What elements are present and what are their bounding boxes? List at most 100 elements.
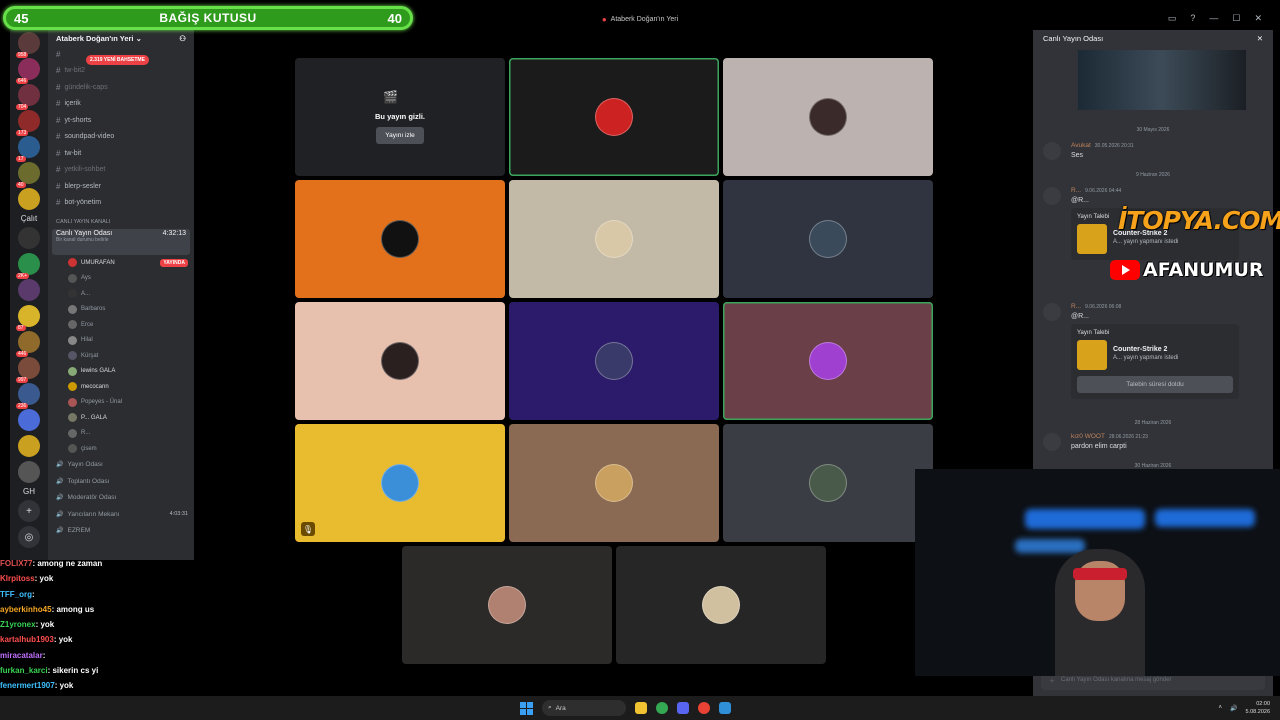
avatar[interactable] [1043, 303, 1061, 321]
voice-channel[interactable]: 🔊 Yayın Odası [48, 457, 194, 474]
server-icon[interactable] [18, 435, 40, 457]
voice-user[interactable]: R... [48, 426, 194, 442]
request-expired-button[interactable]: Talebin süresi doldu [1077, 376, 1233, 393]
server-icon[interactable] [18, 409, 40, 431]
voice-channel-name: EZREM [67, 527, 91, 535]
text-channel[interactable]: # yt-shorts [48, 112, 194, 129]
server-icon[interactable]: 236 [16, 383, 40, 409]
start-button[interactable] [520, 701, 533, 715]
text-channel[interactable]: # bot-yönetim [48, 195, 194, 212]
voice-user[interactable]: Barbaros [48, 302, 194, 318]
server-icon[interactable] [18, 188, 40, 210]
message-author[interactable]: R... [1071, 303, 1081, 310]
voice-channel[interactable]: 🔊 EZREM [48, 523, 194, 540]
discover-icon[interactable]: ◎ [18, 526, 40, 548]
file-explorer-icon[interactable] [635, 702, 647, 714]
new-mentions-badge[interactable]: 2.319 YENİ BAHSETME [86, 55, 149, 65]
avatar[interactable] [1043, 433, 1061, 451]
add-server-icon[interactable]: + [18, 500, 40, 522]
volume-icon[interactable]: 🔊 [1230, 705, 1237, 712]
voice-user[interactable]: Ays [48, 271, 194, 287]
chat-line: Klrpitoss: yok [0, 571, 200, 586]
inbox-icon[interactable]: ▭ [1168, 13, 1177, 24]
server-header[interactable]: Ataberk Doğan'ın Yeri ⌄ ⚇ [48, 30, 194, 46]
server-icon[interactable] [18, 279, 40, 301]
text-channel[interactable]: # içerik [48, 96, 194, 113]
add-member-icon[interactable]: ⚇ [179, 34, 186, 43]
participant-tile[interactable] [616, 546, 826, 664]
server-icon[interactable]: 704 [16, 84, 40, 110]
participant-tile[interactable] [295, 180, 505, 298]
mention-badge: 646 [16, 78, 29, 84]
active-voice-channel[interactable]: Canlı Yayın Odası 4:32:13 Bir kanal durum… [52, 229, 190, 255]
participant-tile[interactable] [723, 424, 933, 542]
voice-user[interactable]: çisem [48, 441, 194, 457]
voice-user[interactable]: lewins GALA [48, 364, 194, 380]
text-channel[interactable]: # blerp-sesler [48, 178, 194, 195]
server-icon[interactable] [18, 227, 40, 249]
participant-tile[interactable] [509, 180, 719, 298]
voice-user[interactable]: P... GALA [48, 410, 194, 426]
mention-badge: 40 [16, 182, 26, 188]
watch-stream-button[interactable]: Yayını izle [376, 127, 424, 144]
participant-tile[interactable] [295, 302, 505, 420]
minimize-button[interactable]: — [1209, 13, 1218, 24]
participant-tile[interactable] [509, 302, 719, 420]
voice-channel[interactable]: 🔊 Toplantı Odası [48, 473, 194, 490]
close-button[interactable]: ✕ [1254, 13, 1262, 24]
server-icon[interactable]: 646 [16, 58, 40, 84]
text-channel[interactable]: # soundpad-video [48, 129, 194, 146]
taskbar-search[interactable]: ⌕ Ara [542, 700, 626, 716]
server-icon[interactable]: 40 [16, 162, 40, 188]
participant-tile[interactable] [723, 58, 933, 176]
server-icon[interactable]: 173 [16, 110, 40, 136]
avatar[interactable] [1043, 142, 1061, 160]
avatar[interactable] [1043, 187, 1061, 205]
participant-tile[interactable] [723, 302, 933, 420]
server-icon[interactable]: 2K+ [16, 253, 40, 279]
tray-chevron-icon[interactable]: ˄ [1219, 705, 1223, 711]
participant-tile[interactable] [509, 424, 719, 542]
help-icon[interactable]: ? [1190, 13, 1195, 24]
clock[interactable]: 02:00 5.08.2026 [1246, 700, 1270, 716]
chat-username: Z1yronex [0, 620, 36, 630]
voice-user[interactable]: A... [48, 286, 194, 302]
participant-tile[interactable] [723, 180, 933, 298]
participant-tile[interactable] [509, 58, 719, 176]
close-panel-icon[interactable]: ✕ [1257, 34, 1263, 43]
chrome-icon[interactable] [656, 702, 668, 714]
text-channel[interactable]: # yetkili-sohbet [48, 162, 194, 179]
voice-user[interactable]: Popeyes - Ünal [48, 395, 194, 411]
message-author[interactable]: kız0 WOOT [1071, 433, 1105, 440]
voice-channel[interactable]: 🔊 Yancıların Mekanı 4:03:31 [48, 506, 194, 523]
voice-user[interactable]: mecocann [48, 379, 194, 395]
server-text-icon[interactable]: GH [23, 487, 35, 496]
message-author[interactable]: Avukat [1071, 142, 1091, 149]
voice-user[interactable]: Erce [48, 317, 194, 333]
server-icon[interactable]: 446 [16, 331, 40, 357]
discord-icon[interactable] [677, 702, 689, 714]
voice-user[interactable]: Kürşat [48, 348, 194, 364]
text-channel[interactable]: # gündelik-caps [48, 79, 194, 96]
server-icon[interactable] [18, 461, 40, 483]
notepad-icon[interactable] [719, 702, 731, 714]
voice-user[interactable]: Hilal [48, 333, 194, 349]
voice-channel[interactable]: 🔊 Moderatör Odası [48, 490, 194, 507]
server-icon[interactable]: 17 [16, 136, 40, 162]
add-attachment-icon[interactable]: ＋ [1049, 676, 1055, 685]
obs-icon[interactable] [698, 702, 710, 714]
voice-user[interactable]: UMURAFAN YAYINDA [48, 255, 194, 271]
hidden-stream-tile[interactable]: 🎬 Bu yayın gizli. Yayını izle [295, 58, 505, 176]
server-text-icon[interactable]: Çalıt [21, 214, 37, 223]
text-channel[interactable]: # tw-bit [48, 145, 194, 162]
server-icon[interactable]: 958 [16, 32, 40, 58]
category-label[interactable]: CANLI YAYIN KANALI [48, 215, 194, 229]
participant-tile[interactable] [402, 546, 612, 664]
message-author[interactable]: R... [1071, 187, 1081, 194]
participant-tile[interactable]: 🎙 [295, 424, 505, 542]
maximize-button[interactable]: ☐ [1232, 13, 1240, 24]
user-name: Barbaros [81, 306, 106, 313]
server-icon[interactable]: 87 [16, 305, 40, 331]
stream-thumbnail[interactable] [1078, 50, 1246, 110]
server-icon[interactable]: 997 [16, 357, 40, 383]
